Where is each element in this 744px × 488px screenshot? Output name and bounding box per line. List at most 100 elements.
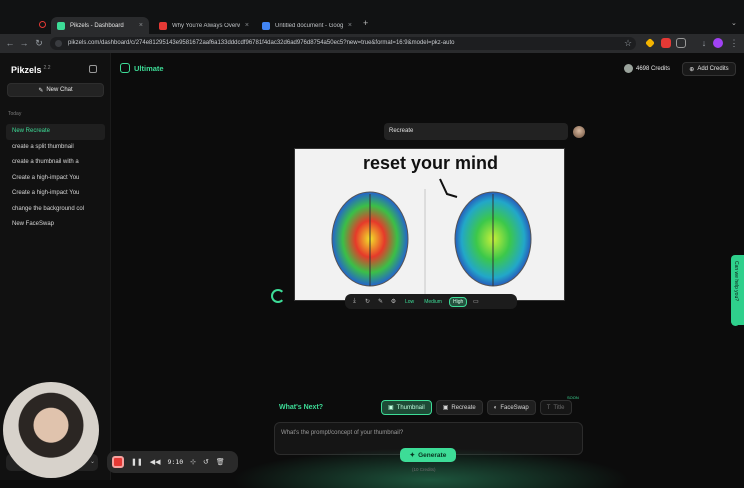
tab-title: Why You're Always Overwhel... [172, 22, 240, 29]
url-field[interactable]: pikzels.com/dashboard/c/274e81295143e958… [50, 37, 636, 50]
logo-text: Pikzels [11, 65, 42, 75]
mode-label: Recreate [451, 404, 476, 411]
plan-badge: Ultimate [120, 63, 164, 73]
quality-medium-button[interactable]: Medium [421, 298, 445, 306]
credits-display: 4698 Credits [624, 64, 670, 73]
help-tab[interactable]: Can we help you? [731, 255, 744, 325]
chat-history-item[interactable]: create a thumbnail with a [6, 155, 105, 171]
extension-icon[interactable] [645, 38, 655, 48]
new-chat-button[interactable]: ✎ New Chat [7, 83, 104, 97]
new-tab-button[interactable]: + [363, 18, 368, 28]
faceswap-icon: ◐ [493, 404, 498, 411]
add-credits-button[interactable]: ⊕ Add Credits [682, 62, 736, 76]
quality-low-label: Low [405, 298, 415, 305]
browser-tab-docs[interactable]: Untitled document - Google D... × [256, 17, 358, 34]
reload-icon[interactable]: ↻ [33, 37, 45, 49]
chat-history-item[interactable]: New Recreate [6, 124, 105, 140]
draw-tool-icon[interactable]: ⊹ [190, 458, 196, 466]
stop-recording-button[interactable] [112, 456, 124, 468]
image-icon: ▣ [442, 405, 449, 411]
credits-label: 4698 Credits [636, 65, 671, 72]
bookmark-star-icon[interactable]: ☆ [622, 37, 634, 49]
generate-label: Generate [418, 451, 447, 459]
rewind-icon[interactable]: ◀◀ [150, 458, 161, 466]
restart-icon[interactable]: ↺ [203, 458, 209, 466]
quality-medium-label: Medium [424, 298, 442, 305]
quality-high-button[interactable]: High [448, 296, 468, 307]
whats-next-label: What's Next? [279, 404, 324, 411]
add-credits-label: Add Credits [697, 66, 729, 72]
image-toolbar: ⤓ ↻ ✎ ⚙ Low Medium High ▭ [345, 294, 517, 309]
chat-history-item[interactable]: Create a high-impact You [6, 186, 105, 202]
mode-label: Title [553, 404, 565, 411]
chat-history-item[interactable]: New FaceSwap [6, 217, 105, 233]
mode-recreate-button[interactable]: ▣ Recreate [435, 400, 483, 415]
forward-icon[interactable]: → [18, 37, 30, 49]
browser-menu-icon[interactable]: ⋮ [728, 37, 740, 49]
recording-controls: ❚❚ ◀◀ 9:10 ⊹ ↺ 🗑 [107, 451, 238, 473]
close-tab-icon[interactable]: × [245, 22, 249, 29]
mode-title-button: T Title [539, 400, 572, 415]
chat-bubble-icon[interactable] [731, 317, 740, 326]
mode-thumbnail-button[interactable]: ▣ Thumbnail [381, 400, 432, 415]
youtube-favicon-icon [159, 21, 167, 30]
sparkle-icon: ✦ [409, 452, 416, 459]
text-icon: T [546, 404, 551, 411]
recording-time: 9:10 [167, 458, 184, 466]
mode-faceswap-button[interactable]: ◐ FaceSwap [486, 400, 536, 415]
download-icon[interactable]: ↓ [698, 37, 710, 49]
app-logo[interactable]: Pikzels 2.2 [11, 65, 50, 75]
plan-label: Ultimate [134, 63, 164, 73]
plan-icon [120, 63, 130, 73]
prompt-placeholder: What's the prompt/concept of your thumbn… [281, 430, 404, 436]
brain-scan-image [331, 178, 532, 294]
generated-thumbnail[interactable]: reset your mind [294, 148, 565, 301]
main-panel: Ultimate 4698 Credits ⊕ Add Credits Recr… [111, 53, 744, 488]
settings-icon[interactable]: ⚙ [389, 298, 398, 305]
help-tab-label: Can we help you? [733, 261, 739, 302]
quality-high-label: High [452, 298, 464, 305]
mode-label: Thumbnail [396, 404, 425, 411]
pikzels-favicon-icon [57, 21, 65, 30]
collapse-sidebar-icon[interactable] [89, 65, 97, 73]
mode-label: FaceSwap [500, 404, 529, 411]
extensions-puzzle-icon[interactable] [676, 38, 686, 48]
mode-selector: ▣ Thumbnail ▣ Recreate ◐ FaceSwap T Titl… [381, 400, 572, 415]
profile-avatar-icon[interactable] [713, 38, 723, 48]
pause-icon[interactable]: ❚❚ [131, 458, 143, 466]
address-bar-row: ← → ↻ pikzels.com/dashboard/c/274e812951… [0, 34, 744, 53]
browser-tab-strip: Pikzels - Dashboard × Why You're Always … [0, 0, 744, 34]
tab-title: Pikzels - Dashboard [70, 22, 124, 29]
close-tab-icon[interactable]: × [139, 22, 143, 29]
edit-icon[interactable]: ✎ [376, 298, 385, 305]
docs-favicon-icon [262, 21, 270, 30]
extension-icon[interactable] [661, 38, 671, 48]
browser-tab-pikzels[interactable]: Pikzels - Dashboard × [51, 17, 149, 34]
browser-tab-youtube[interactable]: Why You're Always Overwhel... × [153, 17, 255, 34]
delete-icon[interactable]: 🗑 [216, 458, 225, 466]
chat-history-item[interactable]: Create a high-impact You [6, 171, 105, 187]
tab-title: Untitled document - Google D... [275, 22, 343, 29]
chat-history-item[interactable]: create a split thumbnail [6, 140, 105, 156]
record-indicator-icon [39, 21, 46, 28]
quality-low-button[interactable]: Low [402, 298, 417, 306]
webcam-bubble[interactable] [3, 382, 99, 478]
new-chat-label: New Chat [46, 87, 73, 93]
generate-cost: (10 Credits) [412, 467, 436, 472]
assistant-logo-icon [271, 289, 285, 303]
chat-history-item[interactable]: change the background col [6, 202, 105, 218]
close-tab-icon[interactable]: × [348, 22, 352, 29]
compose-icon: ✎ [38, 87, 44, 94]
tab-search-icon[interactable]: ⌄ [731, 19, 737, 27]
download-icon[interactable]: ⤓ [350, 298, 359, 305]
coin-icon [624, 64, 633, 73]
comment-icon[interactable]: ▭ [471, 298, 480, 305]
regenerate-icon[interactable]: ↻ [363, 298, 372, 305]
chat-history-list: New Recreate create a split thumbnail cr… [6, 124, 105, 233]
generate-button[interactable]: ✦ Generate [400, 448, 456, 462]
back-icon[interactable]: ← [4, 37, 16, 49]
url-text: pikzels.com/dashboard/c/274e81295143e958… [68, 40, 455, 46]
site-info-icon[interactable] [55, 40, 62, 47]
version-label: 2.2 [43, 65, 51, 71]
section-label-today: Today [8, 111, 22, 117]
